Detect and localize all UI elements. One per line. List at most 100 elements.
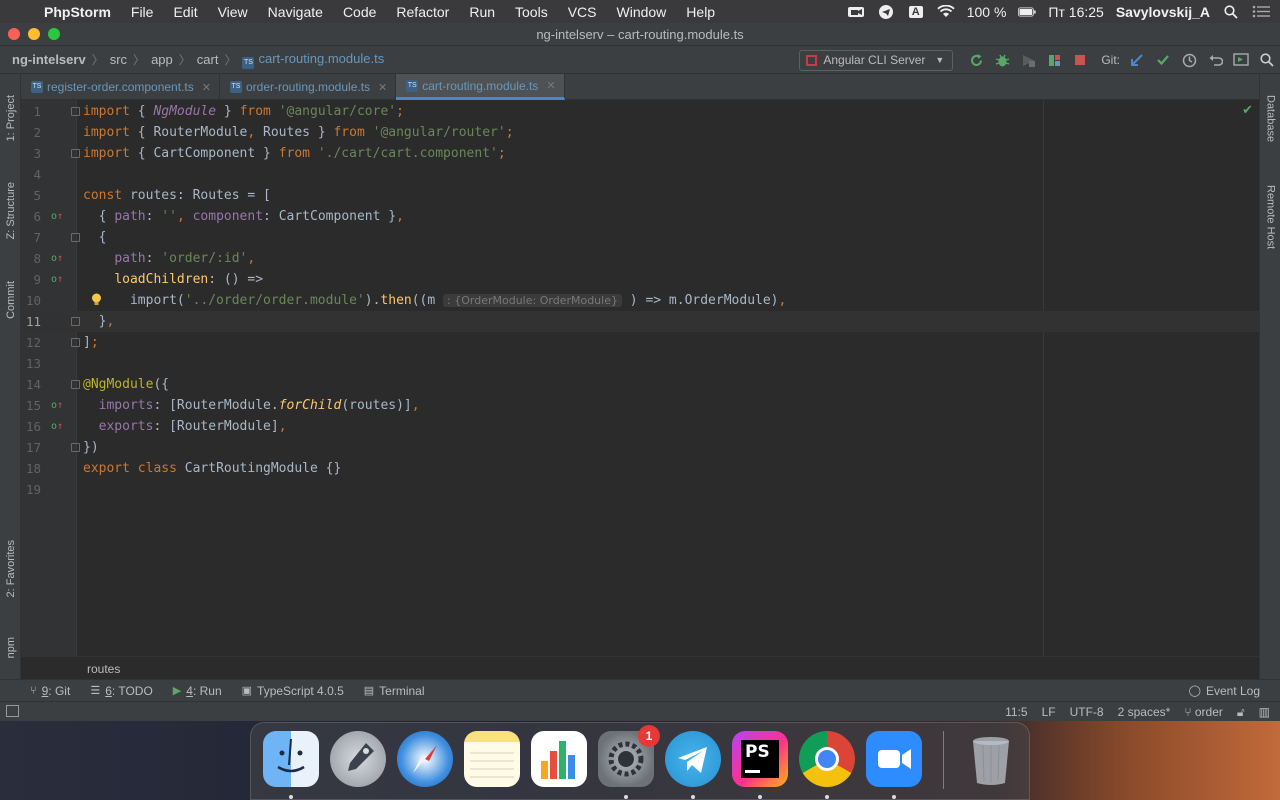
crumb-src[interactable]: src	[106, 52, 131, 67]
code-line[interactable]: 14 @NgModule({	[21, 374, 1259, 395]
dock-phpstorm-icon[interactable]: PS	[732, 731, 788, 787]
notification-center-icon[interactable]	[1252, 5, 1270, 19]
line-number[interactable]: 7	[21, 227, 41, 248]
fold-marker-icon[interactable]	[71, 380, 80, 389]
menu-app-name[interactable]: PhpStorm	[44, 4, 121, 20]
toolwindow-database[interactable]: Database	[1260, 82, 1280, 156]
implementation-marker-icon[interactable]: o↑	[51, 269, 63, 290]
dock-numbers-icon[interactable]	[531, 731, 587, 787]
git-update-icon[interactable]	[1124, 49, 1150, 71]
code-line[interactable]: 13	[21, 353, 1259, 374]
line-number[interactable]: 5	[21, 185, 41, 206]
rerun-icon[interactable]	[963, 49, 989, 71]
git-commit-icon[interactable]	[1150, 49, 1176, 71]
line-number[interactable]: 4	[21, 164, 41, 185]
code-line[interactable]: 15 o↑ imports: [RouterModule.forChild(rou…	[21, 395, 1259, 416]
tab-cart-routing-module[interactable]: TS cart-routing.module.ts ✕	[396, 74, 565, 100]
code-editor[interactable]: ✔ 1 import { NgModule } from '@angular/co…	[21, 100, 1259, 656]
menu-view[interactable]: View	[208, 4, 258, 20]
implementation-marker-icon[interactable]: o↑	[51, 248, 63, 269]
search-everywhere-icon[interactable]	[1254, 49, 1280, 71]
menu-file[interactable]: File	[121, 4, 164, 20]
dock-zoom-icon[interactable]	[866, 731, 922, 787]
menu-vcs[interactable]: VCS	[558, 4, 607, 20]
toolwindow-favorites[interactable]: 2: Favorites	[0, 526, 21, 612]
git-branch-widget[interactable]: ⑂ order	[1184, 705, 1223, 719]
dock-trash-icon[interactable]	[963, 731, 1019, 787]
git-history-icon[interactable]	[1176, 49, 1202, 71]
dock-finder-icon[interactable]	[263, 731, 319, 787]
profile-icon[interactable]	[1041, 49, 1067, 71]
code-line[interactable]: 3 import { CartComponent } from './cart/c…	[21, 143, 1259, 164]
line-number[interactable]: 11	[21, 311, 41, 332]
crumb-cart[interactable]: cart	[193, 52, 223, 67]
battery-icon[interactable]	[1018, 5, 1037, 19]
dock-launchpad-icon[interactable]	[330, 731, 386, 787]
spotlight-search-icon[interactable]	[1222, 4, 1240, 19]
file-encoding[interactable]: UTF-8	[1070, 705, 1104, 719]
fold-marker-icon[interactable]	[71, 443, 80, 452]
dock-chrome-icon[interactable]	[799, 731, 855, 787]
code-line[interactable]: 19	[21, 479, 1259, 500]
code-line[interactable]: 4	[21, 164, 1259, 185]
code-line[interactable]: 1 import { NgModule } from '@angular/core…	[21, 101, 1259, 122]
fold-marker-icon[interactable]	[71, 233, 80, 242]
line-number[interactable]: 18	[21, 458, 41, 479]
toolwindow-terminal[interactable]: ▤ Terminal	[354, 684, 435, 698]
line-number[interactable]: 17	[21, 437, 41, 458]
lock-icon[interactable]: 🔓︎	[1237, 705, 1245, 720]
menu-code[interactable]: Code	[333, 4, 386, 20]
fold-marker-icon[interactable]	[71, 149, 80, 158]
minimize-window-button[interactable]	[28, 28, 40, 40]
implementation-marker-icon[interactable]: o↑	[51, 416, 63, 437]
coverage-icon[interactable]	[1015, 49, 1041, 71]
toolwindow-git[interactable]: ⑂ 9: Git	[0, 684, 80, 698]
close-tab-icon[interactable]: ✕	[546, 79, 555, 92]
editor-breadcrumb-routes[interactable]: routes	[87, 662, 120, 676]
code-line[interactable]: 8 o↑ path: 'order/:id',	[21, 248, 1259, 269]
menu-tools[interactable]: Tools	[505, 4, 558, 20]
memory-indicator-icon[interactable]: ▥	[1259, 705, 1270, 719]
toolwindow-project[interactable]: 1: Project	[0, 80, 21, 156]
run-configuration-select[interactable]: Angular CLI Server ▼	[799, 49, 954, 71]
menu-run[interactable]: Run	[459, 4, 505, 20]
crumb-project[interactable]: ng-intelserv	[0, 52, 90, 67]
toolwindow-event-log[interactable]: ◯ Event Log	[1179, 684, 1270, 698]
camera-icon[interactable]	[847, 5, 865, 19]
code-line[interactable]: 7 {	[21, 227, 1259, 248]
tab-register-order-component[interactable]: TS register-order.component.ts ✕	[21, 74, 220, 100]
code-line[interactable]: 9 o↑ loadChildren: () =>	[21, 269, 1259, 290]
toolwindow-remote-host[interactable]: Remote Host	[1260, 172, 1280, 262]
menubar-clock[interactable]: Пт 16:25	[1048, 4, 1103, 20]
dock-notes-icon[interactable]	[464, 731, 520, 787]
presentation-mode-icon[interactable]	[1228, 49, 1254, 71]
close-tab-icon[interactable]: ✕	[202, 81, 211, 94]
close-window-button[interactable]	[8, 28, 20, 40]
stop-icon[interactable]	[1067, 49, 1093, 71]
fold-marker-icon[interactable]	[71, 317, 80, 326]
git-rollback-icon[interactable]	[1202, 49, 1228, 71]
dock-system-preferences-icon[interactable]: 1	[598, 725, 660, 787]
line-number[interactable]: 3	[21, 143, 41, 164]
line-number[interactable]: 10	[21, 290, 41, 311]
menubar-user[interactable]: Savylovskij_A	[1116, 4, 1210, 20]
menu-navigate[interactable]: Navigate	[258, 4, 333, 20]
dock-safari-icon[interactable]	[397, 731, 453, 787]
dock-telegram-icon[interactable]	[665, 731, 721, 787]
line-number[interactable]: 19	[21, 479, 41, 500]
code-line[interactable]: 11 },	[21, 311, 1259, 332]
indent-setting[interactable]: 2 spaces*	[1118, 705, 1171, 719]
wifi-icon[interactable]	[937, 5, 955, 19]
tab-order-routing-module[interactable]: TS order-routing.module.ts ✕	[220, 74, 397, 100]
caret-position[interactable]: 11:5	[1005, 705, 1027, 719]
fold-marker-icon[interactable]	[71, 338, 80, 347]
code-line[interactable]: 10 import('../order/order.module').then(…	[21, 290, 1259, 311]
code-line[interactable]: 6 o↑ { path: '', component: CartComponent…	[21, 206, 1259, 227]
toggle-toolwindows-icon[interactable]	[6, 705, 19, 717]
zoom-window-button[interactable]	[48, 28, 60, 40]
line-separator[interactable]: LF	[1042, 705, 1056, 719]
code-line[interactable]: 17})	[21, 437, 1259, 458]
implementation-marker-icon[interactable]: o↑	[51, 395, 63, 416]
toolwindow-todo[interactable]: ☰ 6: TODO	[80, 684, 162, 698]
input-source-icon[interactable]: A	[907, 5, 925, 19]
